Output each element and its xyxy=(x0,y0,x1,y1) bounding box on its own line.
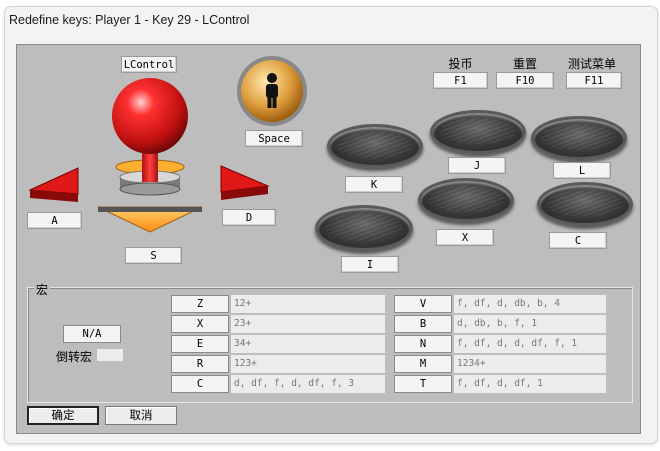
macro-value-c[interactable]: d, df, f, d, df, f, 3 xyxy=(231,375,385,393)
left-arrow-icon[interactable] xyxy=(28,167,79,202)
reset-key-label[interactable]: F10 xyxy=(496,72,554,89)
k-key-label[interactable]: K xyxy=(345,176,403,193)
macro-value-n[interactable]: f, df, d, d, df, f, 1 xyxy=(454,335,606,353)
reverse-macro-caption: 倒转宏 xyxy=(56,350,93,364)
macro-key-z[interactable]: Z xyxy=(171,295,229,313)
macro-key-x[interactable]: X xyxy=(171,315,229,333)
macro-group-title: 宏 xyxy=(34,281,51,298)
j-key-label[interactable]: J xyxy=(448,157,506,174)
cancel-button[interactable]: 取消 xyxy=(105,406,177,425)
ok-button[interactable]: 确定 xyxy=(27,406,99,425)
right-key-label[interactable]: D xyxy=(222,209,276,226)
test-menu-caption: 测试菜单 xyxy=(567,57,616,71)
macro-value-x[interactable]: 23+ xyxy=(231,315,385,333)
action-button-c[interactable] xyxy=(537,182,633,226)
down-arrow-icon[interactable] xyxy=(97,206,203,233)
action-button-j[interactable] xyxy=(430,110,526,154)
action-button-i[interactable] xyxy=(315,205,413,251)
macro-key-t[interactable]: T xyxy=(394,375,452,393)
macro-key-b[interactable]: B xyxy=(394,315,452,333)
macro-key-c[interactable]: C xyxy=(171,375,229,393)
c-key-label[interactable]: C xyxy=(549,232,607,249)
macro-key-e[interactable]: E xyxy=(171,335,229,353)
macro-value-m[interactable]: 1234+ xyxy=(454,355,606,373)
macro-key-v[interactable]: V xyxy=(394,295,452,313)
macro-key-m[interactable]: M xyxy=(394,355,452,373)
macro-value-v[interactable]: f, df, d, db, b, 4 xyxy=(454,295,606,313)
start-key-label[interactable]: Space xyxy=(245,130,303,147)
reset-caption: 重置 xyxy=(512,57,537,71)
macro-value-e[interactable]: 34+ xyxy=(231,335,385,353)
start-button-graphic[interactable] xyxy=(235,54,309,128)
joystick-button-label[interactable]: LControl xyxy=(121,56,177,73)
test-menu-key-label[interactable]: F11 xyxy=(566,72,622,89)
macro-key-n[interactable]: N xyxy=(394,335,452,353)
joystick-ball xyxy=(112,78,188,154)
right-arrow-icon[interactable] xyxy=(220,165,270,200)
macro-value-t[interactable]: f, df, d, df, 1 xyxy=(454,375,606,393)
coin-caption: 投币 xyxy=(448,57,473,71)
macro-value-r[interactable]: 123+ xyxy=(231,355,385,373)
macro-key-r[interactable]: R xyxy=(171,355,229,373)
reverse-macro-field[interactable] xyxy=(97,349,123,361)
coin-key-label[interactable]: F1 xyxy=(433,72,488,89)
down-key-label[interactable]: S xyxy=(125,247,182,264)
action-button-k[interactable] xyxy=(327,124,423,168)
macro-value-z[interactable]: 12+ xyxy=(231,295,385,313)
reverse-macro-key[interactable]: N/A xyxy=(63,325,121,343)
l-key-label[interactable]: L xyxy=(553,162,611,179)
action-button-l[interactable] xyxy=(531,116,627,160)
action-button-x[interactable] xyxy=(418,178,514,222)
left-key-label[interactable]: A xyxy=(27,212,82,229)
x-key-label[interactable]: X xyxy=(436,229,494,246)
i-key-label[interactable]: I xyxy=(341,256,399,273)
window-title: Redefine keys: Player 1 - Key 29 - LCont… xyxy=(9,13,250,27)
macro-value-b[interactable]: d, db, b, f, 1 xyxy=(454,315,606,333)
